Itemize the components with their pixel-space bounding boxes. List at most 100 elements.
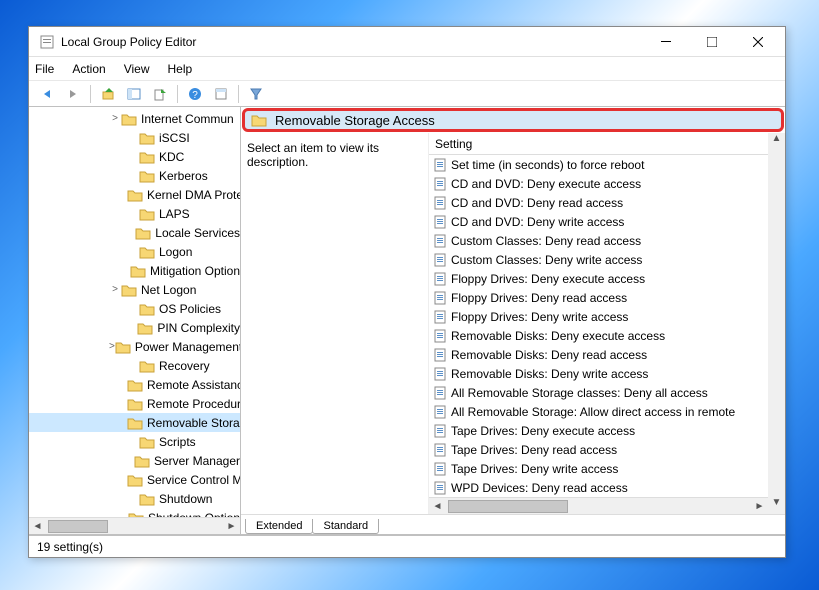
- setting-item[interactable]: WPD Devices: Deny read access: [429, 478, 768, 497]
- folder-icon: [139, 359, 155, 373]
- forward-button[interactable]: [61, 83, 85, 105]
- setting-label: Removable Disks: Deny execute access: [451, 329, 665, 343]
- tree-item[interactable]: Shutdown: [29, 489, 240, 508]
- export-button[interactable]: [148, 83, 172, 105]
- tree-item[interactable]: Mitigation Option: [29, 261, 240, 280]
- titlebar[interactable]: Local Group Policy Editor: [29, 27, 785, 57]
- tree-item[interactable]: iSCSI: [29, 128, 240, 147]
- description-text: Select an item to view its description.: [247, 141, 379, 169]
- detail-pane: Removable Storage Access Select an item …: [241, 107, 785, 534]
- tree-item[interactable]: >Net Logon: [29, 280, 240, 299]
- tree-item[interactable]: Locale Services: [29, 223, 240, 242]
- column-header-setting[interactable]: Setting: [429, 133, 768, 155]
- setting-icon: [433, 215, 447, 229]
- setting-item[interactable]: Custom Classes: Deny write access: [429, 250, 768, 269]
- expander-icon[interactable]: >: [109, 284, 121, 295]
- setting-label: Removable Disks: Deny read access: [451, 348, 647, 362]
- tree-item[interactable]: PIN Complexity: [29, 318, 240, 337]
- setting-item[interactable]: Floppy Drives: Deny execute access: [429, 269, 768, 288]
- tree-item[interactable]: Kerberos: [29, 166, 240, 185]
- tree-item-label: iSCSI: [159, 131, 190, 145]
- scroll-up-arrow[interactable]: ▲: [768, 133, 785, 150]
- tree-item[interactable]: Scripts: [29, 432, 240, 451]
- menu-view[interactable]: View: [124, 62, 150, 76]
- tree-item[interactable]: >Internet Commun: [29, 109, 240, 128]
- scrollbar-thumb[interactable]: [448, 500, 568, 513]
- help-button[interactable]: ?: [183, 83, 207, 105]
- setting-item[interactable]: All Removable Storage classes: Deny all …: [429, 383, 768, 402]
- setting-item[interactable]: Custom Classes: Deny read access: [429, 231, 768, 250]
- setting-label: Tape Drives: Deny execute access: [451, 424, 635, 438]
- setting-label: Floppy Drives: Deny execute access: [451, 272, 645, 286]
- folder-icon: [130, 264, 146, 278]
- app-icon: [39, 34, 55, 50]
- setting-item[interactable]: Removable Disks: Deny read access: [429, 345, 768, 364]
- setting-item[interactable]: Tape Drives: Deny read access: [429, 440, 768, 459]
- tree-item[interactable]: Remote Procedure: [29, 394, 240, 413]
- list-vertical-scrollbar[interactable]: ▲ ▼: [768, 133, 785, 514]
- setting-item[interactable]: Removable Disks: Deny write access: [429, 364, 768, 383]
- tree-item[interactable]: Shutdown Option: [29, 508, 240, 517]
- tree-item[interactable]: Remote Assistance: [29, 375, 240, 394]
- tree-item[interactable]: Kernel DMA Prote: [29, 185, 240, 204]
- folder-icon: [137, 321, 153, 335]
- tree-horizontal-scrollbar[interactable]: ◄ ►: [29, 517, 240, 534]
- setting-item[interactable]: CD and DVD: Deny read access: [429, 193, 768, 212]
- tree-item[interactable]: >Power Management: [29, 337, 240, 356]
- menu-help[interactable]: Help: [168, 62, 193, 76]
- tree-item[interactable]: Server Manager: [29, 451, 240, 470]
- list-horizontal-scrollbar[interactable]: ◄ ►: [429, 497, 768, 514]
- back-button[interactable]: [35, 83, 59, 105]
- setting-label: All Removable Storage: Allow direct acce…: [451, 405, 735, 419]
- tree-item[interactable]: OS Policies: [29, 299, 240, 318]
- setting-label: CD and DVD: Deny write access: [451, 215, 624, 229]
- up-button[interactable]: [96, 83, 120, 105]
- tree-item-label: Remote Assistance: [147, 378, 240, 392]
- setting-item[interactable]: Floppy Drives: Deny read access: [429, 288, 768, 307]
- tab-standard[interactable]: Standard: [312, 519, 379, 534]
- setting-item[interactable]: Tape Drives: Deny execute access: [429, 421, 768, 440]
- tree-item[interactable]: Service Control M: [29, 470, 240, 489]
- folder-icon: [121, 283, 137, 297]
- tree-item[interactable]: LAPS: [29, 204, 240, 223]
- setting-icon: [433, 253, 447, 267]
- expander-icon[interactable]: >: [109, 113, 121, 124]
- scroll-down-arrow[interactable]: ▼: [768, 497, 785, 514]
- setting-item[interactable]: CD and DVD: Deny execute access: [429, 174, 768, 193]
- tree-item[interactable]: Logon: [29, 242, 240, 261]
- setting-item[interactable]: All Removable Storage: Allow direct acce…: [429, 402, 768, 421]
- tab-extended[interactable]: Extended: [245, 519, 313, 534]
- tree-item[interactable]: Removable Storag: [29, 413, 240, 432]
- folder-icon: [139, 207, 155, 221]
- setting-item[interactable]: Removable Disks: Deny execute access: [429, 326, 768, 345]
- scrollbar-thumb[interactable]: [48, 520, 108, 533]
- detail-header-highlighted: Removable Storage Access: [242, 108, 784, 132]
- detail-body: Select an item to view its description. …: [241, 133, 785, 514]
- tree-item[interactable]: KDC: [29, 147, 240, 166]
- folder-icon: [139, 492, 155, 506]
- tree-item-label: Kernel DMA Prote: [147, 188, 240, 202]
- tree-item-label: LAPS: [159, 207, 190, 221]
- tree-item[interactable]: Recovery: [29, 356, 240, 375]
- scrollbar-track[interactable]: [768, 150, 785, 497]
- setting-icon: [433, 196, 447, 210]
- properties-button[interactable]: [209, 83, 233, 105]
- menu-action[interactable]: Action: [72, 62, 105, 76]
- setting-item[interactable]: CD and DVD: Deny write access: [429, 212, 768, 231]
- statusbar: 19 setting(s): [29, 535, 785, 557]
- setting-item[interactable]: Tape Drives: Deny write access: [429, 459, 768, 478]
- setting-icon: [433, 405, 447, 419]
- menu-file[interactable]: File: [35, 62, 54, 76]
- setting-icon: [433, 329, 447, 343]
- show-hide-tree-button[interactable]: [122, 83, 146, 105]
- settings-list[interactable]: Set time (in seconds) to force rebootCD …: [429, 155, 768, 497]
- close-button[interactable]: [735, 27, 781, 57]
- setting-item[interactable]: Set time (in seconds) to force reboot: [429, 155, 768, 174]
- maximize-button[interactable]: [689, 27, 735, 57]
- setting-item[interactable]: Floppy Drives: Deny write access: [429, 307, 768, 326]
- minimize-button[interactable]: [643, 27, 689, 57]
- filter-button[interactable]: [244, 83, 268, 105]
- folder-icon: [128, 511, 144, 518]
- toolbar-separator: [238, 85, 239, 103]
- tree-body[interactable]: >Internet Commun iSCSI KDCKerberos Kernel D…: [29, 107, 240, 517]
